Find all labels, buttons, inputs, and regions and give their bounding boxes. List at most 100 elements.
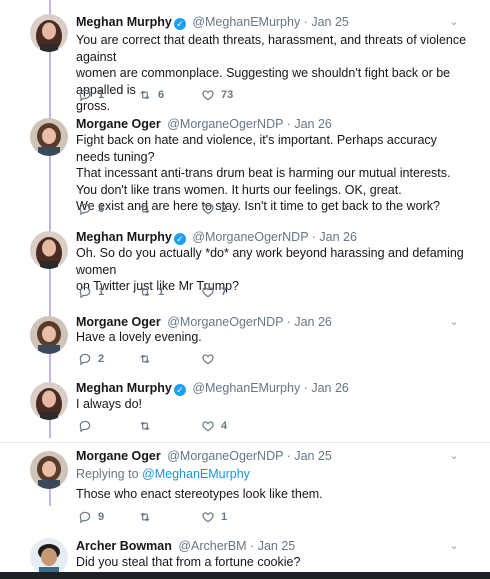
author-name[interactable]: Meghan Murphy [76, 15, 172, 29]
tweet-text-line: Those who enact stereotypes look like th… [76, 486, 323, 501]
like-count: 2 [221, 203, 228, 215]
tweet-text: You are correct that death threats, hara… [76, 32, 468, 115]
heart-icon [201, 285, 215, 299]
replying-to: Replying to @MeghanEMurphy [76, 466, 468, 483]
avatar[interactable] [30, 382, 68, 420]
author-handle[interactable]: @MorganeOgerNDP [167, 315, 283, 329]
tweet-text-line: Oh. So do you actually *do* any work bey… [76, 246, 464, 277]
retweet-count: 6 [158, 89, 165, 101]
retweet-button[interactable] [138, 201, 158, 217]
heart-icon [201, 202, 215, 216]
author-handle[interactable]: @MorganeOgerNDP [192, 230, 308, 244]
tweet-text-line: You don't like trans women. It hurts our… [76, 182, 402, 197]
tweet[interactable]: Meghan Murphy ✓ @MeghanEMurphy · Jan 26 I… [0, 380, 490, 442]
reply-button[interactable]: 9 [78, 509, 104, 525]
tweet-text: Oh. So do you actually *do* any work bey… [76, 245, 468, 295]
tweet[interactable]: Meghan Murphy ✓ @MorganeOgerNDP · Jan 26 … [0, 225, 490, 310]
retweet-button[interactable]: 1 [138, 284, 164, 300]
reply-icon [78, 202, 92, 216]
retweet-button[interactable]: 6 [138, 87, 164, 103]
author-handle[interactable]: @MorganeOgerNDP [167, 117, 283, 131]
retweet-button[interactable] [138, 509, 158, 525]
reply-count: 1 [98, 89, 105, 101]
author-name[interactable]: Meghan Murphy [76, 381, 172, 395]
reply-count: 2 [98, 353, 105, 365]
heart-icon [201, 419, 215, 433]
tweet-timestamp[interactable]: · Jan 26 [287, 117, 332, 131]
retweet-button[interactable] [138, 418, 158, 434]
avatar[interactable] [30, 538, 68, 576]
retweet-button[interactable] [138, 351, 158, 367]
tweet-timestamp[interactable]: · Jan 25 [287, 449, 332, 463]
avatar[interactable] [30, 118, 68, 156]
reply-button[interactable]: 1 [78, 284, 104, 300]
heart-icon [201, 352, 215, 366]
taskbar-strip [0, 572, 490, 579]
reply-button[interactable]: 2 [78, 351, 104, 367]
tweet-text-line: That incessant anti-trans drum beat is h… [76, 166, 451, 180]
like-button[interactable]: 2 [201, 201, 227, 217]
author-handle[interactable]: @ArcherBM [178, 539, 246, 553]
author-name[interactable]: Morgane Oger [76, 449, 161, 463]
avatar[interactable] [30, 14, 68, 52]
like-count: 4 [221, 420, 228, 432]
retweet-icon [138, 285, 152, 299]
reply-count: 1 [98, 286, 105, 298]
like-button[interactable] [201, 351, 221, 367]
reply-button[interactable]: 1 [78, 87, 104, 103]
tweet-text-line: Fight back on hate and violence, it's im… [76, 133, 437, 164]
tweet-text-line: I always do! [76, 397, 143, 411]
chevron-down-icon[interactable]: ⌄ [448, 449, 460, 465]
tweet-text-line: Have a lovely evening. [76, 330, 202, 344]
retweet-icon [138, 88, 152, 102]
replying-to-link[interactable]: @MeghanEMurphy [142, 467, 250, 481]
tweet-text: I always do! [76, 396, 468, 413]
retweet-icon [138, 419, 152, 433]
author-handle[interactable]: @MeghanEMurphy [192, 381, 300, 395]
tweet[interactable]: Meghan Murphy ✓ @MeghanEMurphy · Jan 25 ⌄… [0, 0, 490, 115]
tweet-text-line: You are correct that death threats, hara… [76, 33, 467, 64]
author-handle[interactable]: @MeghanEMurphy [192, 15, 300, 29]
heart-icon [201, 88, 215, 102]
like-button[interactable]: 1 [201, 509, 227, 525]
retweet-count: 1 [158, 286, 165, 298]
heart-icon [201, 510, 215, 524]
author-name[interactable]: Morgane Oger [76, 315, 161, 329]
tweet[interactable]: Archer Bowman @ArcherBM · Jan 25 ⌄ Did y… [0, 532, 490, 576]
reply-icon [78, 510, 92, 524]
tweet-text: Have a lovely evening. [76, 329, 468, 346]
like-button[interactable]: 4 [201, 418, 227, 434]
like-button[interactable]: 73 [201, 87, 233, 103]
author-name[interactable]: Meghan Murphy [76, 230, 172, 244]
reply-icon [78, 352, 92, 366]
author-name[interactable]: Morgane Oger [76, 117, 161, 131]
tweet-text: Fight back on hate and violence, it's im… [76, 132, 468, 215]
reply-count: 9 [98, 511, 105, 523]
tweet[interactable]: Morgane Oger @MorganeOgerNDP · Jan 25 ⌄ … [0, 443, 490, 529]
chevron-down-icon[interactable]: ⌄ [448, 539, 460, 555]
author-handle[interactable]: @MorganeOgerNDP [167, 449, 283, 463]
reply-icon [78, 88, 92, 102]
like-button[interactable]: 7 [201, 284, 227, 300]
retweet-icon [138, 202, 152, 216]
avatar[interactable] [30, 231, 68, 269]
chevron-down-icon[interactable]: ⌄ [448, 15, 460, 31]
tweet-timestamp[interactable]: · Jan 25 [250, 539, 295, 553]
like-count: 7 [221, 286, 228, 298]
tweet-timestamp[interactable]: · Jan 26 [312, 230, 357, 244]
tweet-timestamp[interactable]: · Jan 25 [304, 15, 349, 29]
reply-button[interactable] [78, 418, 98, 434]
like-count: 73 [221, 89, 234, 101]
avatar[interactable] [30, 451, 68, 489]
verified-badge-icon: ✓ [173, 384, 186, 396]
retweet-icon [138, 510, 152, 524]
reply-icon [78, 285, 92, 299]
avatar[interactable] [30, 316, 68, 354]
reply-button[interactable]: 3 [78, 201, 104, 217]
tweet[interactable]: Morgane Oger @MorganeOgerNDP · Jan 26 Fi… [0, 112, 490, 225]
tweet[interactable]: Morgane Oger @MorganeOgerNDP · Jan 26 ⌄ … [0, 310, 490, 380]
tweet-timestamp[interactable]: · Jan 26 [304, 381, 349, 395]
author-name[interactable]: Archer Bowman [76, 539, 172, 553]
tweet-text: Did you steal that from a fortune cookie… [76, 554, 468, 571]
tweet-timestamp[interactable]: · Jan 26 [287, 315, 332, 329]
